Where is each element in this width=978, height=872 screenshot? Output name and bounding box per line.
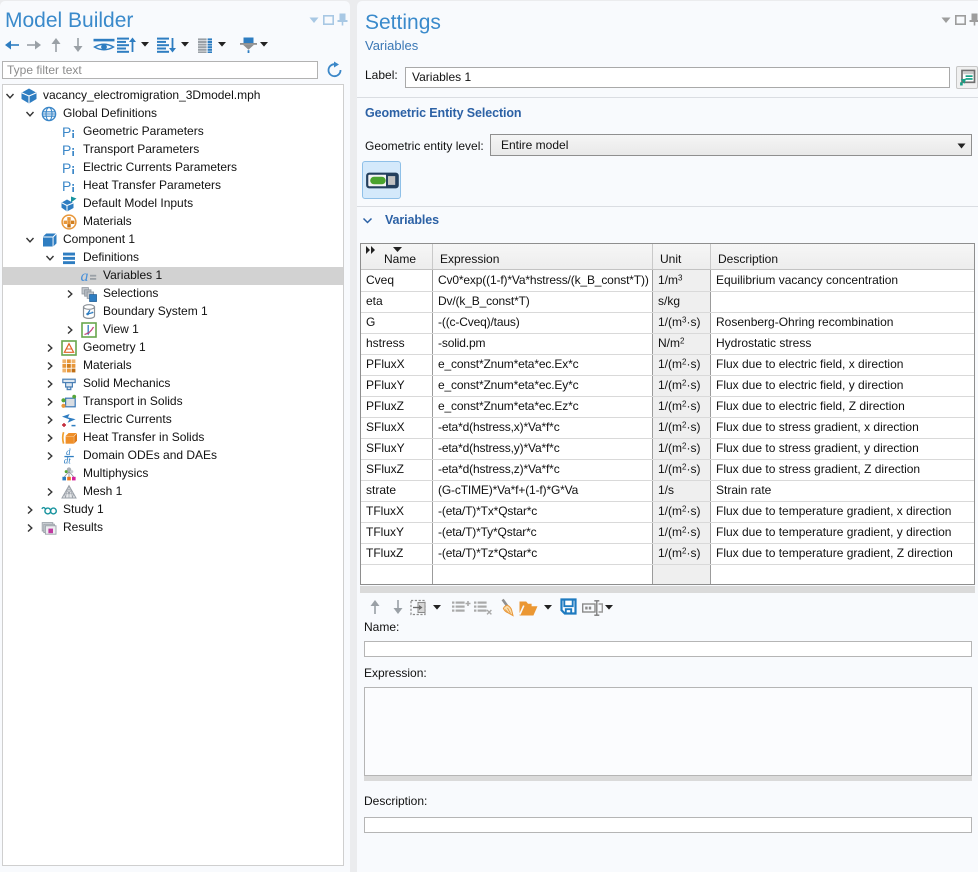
svg-text:P: P [62, 142, 71, 158]
svg-text:P: P [62, 178, 71, 194]
svg-text:P: P [62, 124, 71, 140]
svg-text:P: P [62, 160, 71, 176]
svg-text:a: a [81, 268, 89, 284]
svg-text:dt: dt [64, 456, 72, 464]
